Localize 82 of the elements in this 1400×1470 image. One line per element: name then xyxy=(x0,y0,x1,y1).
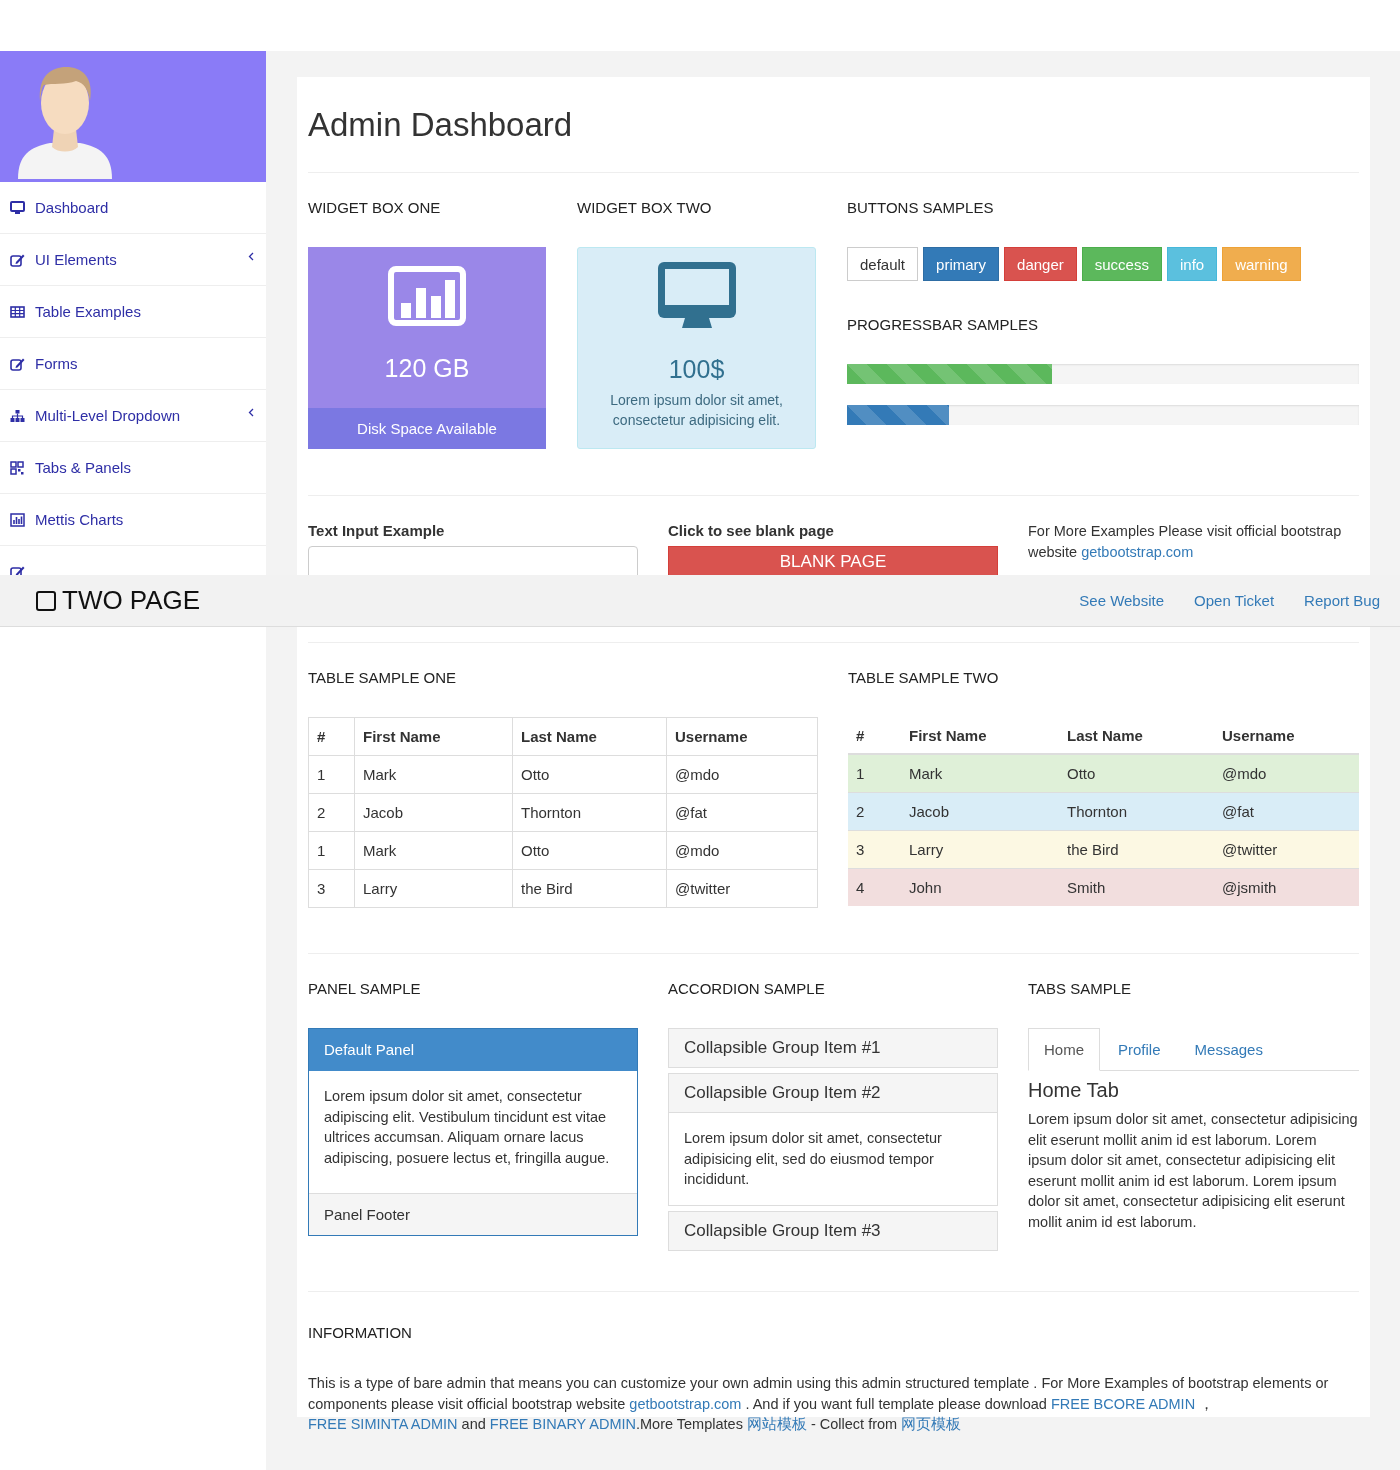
section-heading: WIDGET BOX ONE xyxy=(308,198,442,218)
table-cell: @fat xyxy=(666,793,818,832)
link[interactable]: FREE SIMINTA ADMIN xyxy=(308,1416,458,1432)
chevron-icon xyxy=(248,408,254,417)
square-icon xyxy=(36,590,56,611)
table-cell: Jacob xyxy=(354,793,513,832)
accordion-header[interactable]: Collapsible Group Item #1 xyxy=(669,1029,997,1067)
link[interactable]: getbootstrap.com xyxy=(629,1395,742,1412)
table-cell: the Bird xyxy=(512,869,667,908)
panel-title: Default Panel xyxy=(309,1029,637,1071)
tab[interactable]: Profile xyxy=(1102,1028,1177,1071)
table-cell: Larry xyxy=(354,869,513,908)
table-cell: Mark xyxy=(354,755,513,794)
field-label: Text Input Example xyxy=(308,521,446,541)
table-cell: 1 xyxy=(308,831,355,870)
sample-button[interactable]: default xyxy=(847,247,919,281)
widget-value: 100$ xyxy=(668,355,725,384)
section-heading: ACCORDION SAMPLE xyxy=(668,979,826,999)
sample-button[interactable]: primary xyxy=(923,247,1000,281)
panel-text: Lorem ipsum dolor sit amet, consectetur adipiscing elit. Vestibulum tincidunt est vitae ultrices accumsan. Aliquam ornare lacus adipiscing, posuere lectus et, fringilla augue. xyxy=(323,1087,611,1168)
accordion-header[interactable]: Collapsible Group Item #2 xyxy=(669,1074,997,1113)
bar-chart-icon xyxy=(10,512,25,527)
table-cell: 2 xyxy=(308,793,355,832)
sample-button[interactable]: danger xyxy=(1004,247,1077,281)
link[interactable]: getbootstrap.com xyxy=(1081,544,1194,560)
table-cell: @mdo xyxy=(666,831,818,870)
link[interactable]: FREE BINARY ADMIN xyxy=(489,1416,636,1432)
table-cell: @twitter xyxy=(666,869,818,908)
page-title: Admin Dashboard xyxy=(308,105,574,145)
monitor-icon xyxy=(10,200,25,215)
table-cell: 1 xyxy=(308,755,355,794)
column-header: # xyxy=(308,717,355,756)
link[interactable]: 网站模板 xyxy=(746,1416,807,1432)
accordion-text: Lorem ipsum dolor sit amet, consectetur adipisicing elit, sed do eiusmod tempor incididunt. xyxy=(683,1129,943,1189)
table-row: 3 Larry the Bird @twitter xyxy=(848,830,1359,869)
section-heading: INFORMATION xyxy=(308,1323,413,1343)
brand-title: TWO PAGE xyxy=(62,585,201,616)
sitemap-icon xyxy=(10,408,25,423)
table-icon xyxy=(10,304,25,319)
grid-icon xyxy=(10,460,25,475)
top-link[interactable]: Open Ticket xyxy=(1194,592,1275,609)
panel-footer: Panel Footer xyxy=(309,1193,637,1235)
table-cell: Thornton xyxy=(512,793,667,832)
table-row: 4 John Smith @jsmith xyxy=(848,868,1359,906)
field-label: Click to see blank page xyxy=(668,521,835,541)
link[interactable]: FREE BCORE ADMIN xyxy=(1050,1395,1196,1412)
table-cell: Otto xyxy=(512,831,667,870)
top-link[interactable]: See Website xyxy=(1079,592,1165,609)
widget-value: 120 GB xyxy=(384,354,470,383)
table-cell: Otto xyxy=(512,755,667,794)
section-heading: TABS SAMPLE xyxy=(1028,979,1133,999)
monitor-icon xyxy=(657,262,736,330)
tab-title: Home Tab xyxy=(1028,1079,1120,1102)
section-heading: TABLE SAMPLE TWO xyxy=(848,668,1000,688)
sample-button[interactable]: success xyxy=(1081,247,1162,281)
column-header: Username xyxy=(666,717,818,756)
edit-icon xyxy=(10,252,25,267)
section-heading: WIDGET BOX TWO xyxy=(577,198,713,218)
tab[interactable]: Home xyxy=(1028,1028,1100,1071)
link[interactable]: 网页模板 xyxy=(901,1416,962,1432)
table-row: 1 Mark Otto @mdo xyxy=(848,754,1359,793)
edit-icon xyxy=(10,356,25,371)
section-heading: PANEL SAMPLE xyxy=(308,979,422,999)
column-header: Last Name xyxy=(512,717,667,756)
information-text: This is a type of bare admin that means you can customize your own admin using this admin structured template . For More Examples of bootstrap elements or components please visit official bootstrap website getbootstrap.com . And if you want full template please download FREE BCORE ADMIN ， FREE SIMINTA ADMIN and FREE BINARY ADMIN.More Templates 网站模板 - Collect from 网页模板 xyxy=(308,1374,1330,1434)
accordion-header[interactable]: Collapsible Group Item #3 xyxy=(669,1212,997,1250)
top-link[interactable]: Report Bug xyxy=(1304,592,1380,609)
column-header: First Name xyxy=(354,717,513,756)
table-cell: 3 xyxy=(308,869,355,908)
section-heading: PROGRESSBAR SAMPLES xyxy=(847,315,1039,335)
widget-footer: Disk Space Available xyxy=(308,408,546,449)
section-heading: TABLE SAMPLE ONE xyxy=(308,668,458,688)
tab[interactable]: Messages xyxy=(1178,1028,1279,1071)
note-text: For More Examples Please visit official bootstrap website getbootstrap.com xyxy=(1028,522,1343,562)
bar-chart-icon xyxy=(388,266,466,326)
table-cell: Mark xyxy=(354,831,513,870)
widget-text: Lorem ipsum dolor sit amet, consectetur adipisicing elit. xyxy=(609,391,784,430)
table-row: 2 Jacob Thornton @fat xyxy=(848,792,1359,831)
chevron-icon xyxy=(248,252,254,261)
section-heading: BUTTONS SAMPLES xyxy=(847,198,995,218)
table-cell: @mdo xyxy=(666,755,818,794)
tab-text: Lorem ipsum dolor sit amet, consectetur adipisicing elit eserunt mollit anim id est laborum. Lorem ipsum dolor sit amet, consectetur adipisicing elit eserunt mollit anim id est laborum. Lorem ipsum dolor sit amet, consectetur adipisicing elit eserunt mollit anim id est laborum. xyxy=(1028,1110,1359,1232)
